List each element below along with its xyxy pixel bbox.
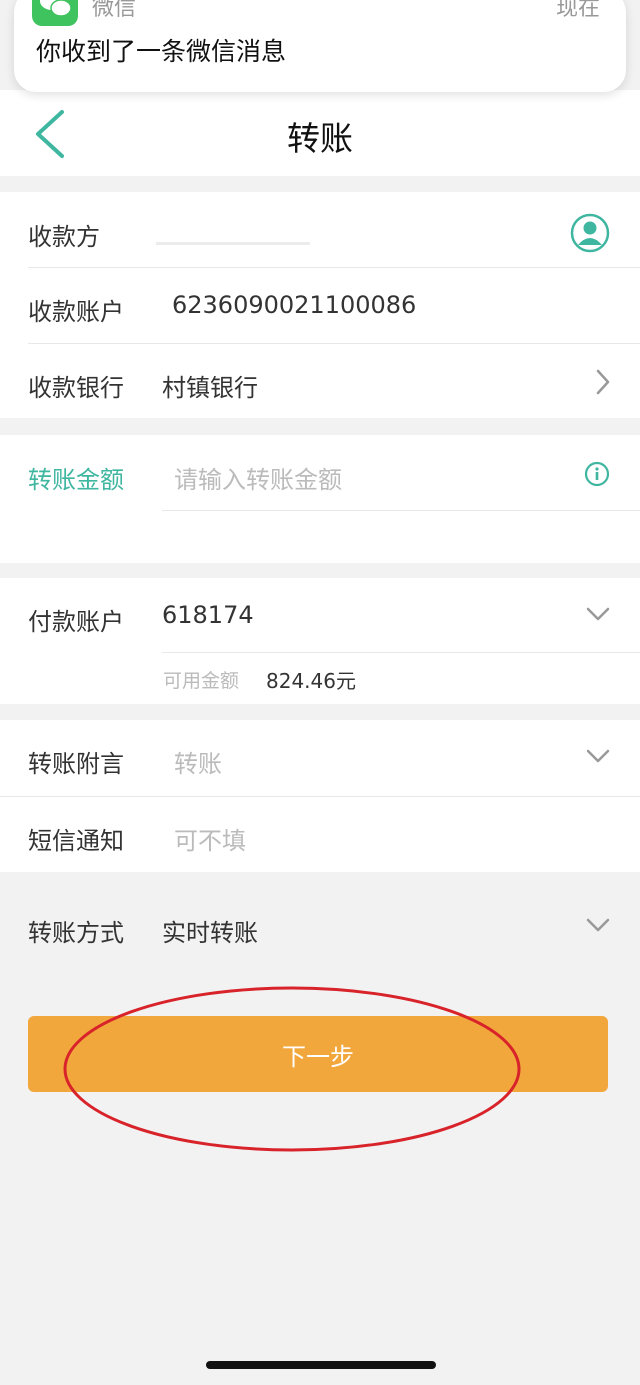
remark-input[interactable]: 转账 — [174, 744, 222, 779]
wechat-notification[interactable]: 微信 现在 你收到了一条微信消息 — [14, 0, 626, 92]
divider — [162, 652, 640, 653]
method-value[interactable]: 实时转账 — [162, 913, 258, 948]
next-button[interactable]: 下一步 — [28, 1016, 608, 1092]
available-label: 可用金额 — [163, 670, 240, 692]
available-value: 824.46元 — [266, 669, 356, 693]
payer-value[interactable]: 618174 — [162, 601, 254, 629]
remark-label: 转账附言 — [28, 750, 124, 778]
wechat-icon — [32, 0, 78, 26]
amount-input[interactable]: 请输入转账金额 — [174, 460, 342, 495]
payee-label: 收款方 — [28, 223, 100, 251]
bank-value[interactable]: 村镇银行 — [162, 368, 258, 403]
notification-app-name: 微信 — [92, 0, 137, 21]
chevron-down-icon[interactable] — [585, 606, 611, 622]
amount-underline — [162, 510, 640, 511]
bank-label: 收款银行 — [28, 374, 124, 402]
payee-name-field[interactable] — [156, 242, 310, 245]
account-label: 收款账户 — [28, 298, 124, 326]
sms-input[interactable]: 可不填 — [174, 821, 246, 856]
chevron-down-icon[interactable] — [585, 917, 611, 933]
payer-label: 付款账户 — [28, 608, 124, 636]
divider — [28, 267, 640, 268]
account-value[interactable]: 6236090021100086 — [172, 291, 416, 319]
divider — [0, 796, 640, 797]
notification-time: 现在 — [555, 0, 600, 21]
divider — [28, 343, 640, 344]
chevron-down-icon[interactable] — [585, 748, 611, 764]
page-title: 转账 — [287, 119, 353, 158]
chevron-right-icon[interactable] — [595, 368, 611, 396]
amount-label: 转账金额 — [28, 466, 124, 494]
method-label: 转账方式 — [28, 919, 124, 947]
contact-icon[interactable] — [570, 213, 610, 253]
amount-section — [0, 435, 640, 563]
notification-message: 你收到了一条微信消息 — [36, 37, 287, 66]
home-indicator[interactable] — [206, 1361, 436, 1369]
sms-label: 短信通知 — [28, 827, 124, 855]
info-icon[interactable] — [584, 461, 610, 487]
